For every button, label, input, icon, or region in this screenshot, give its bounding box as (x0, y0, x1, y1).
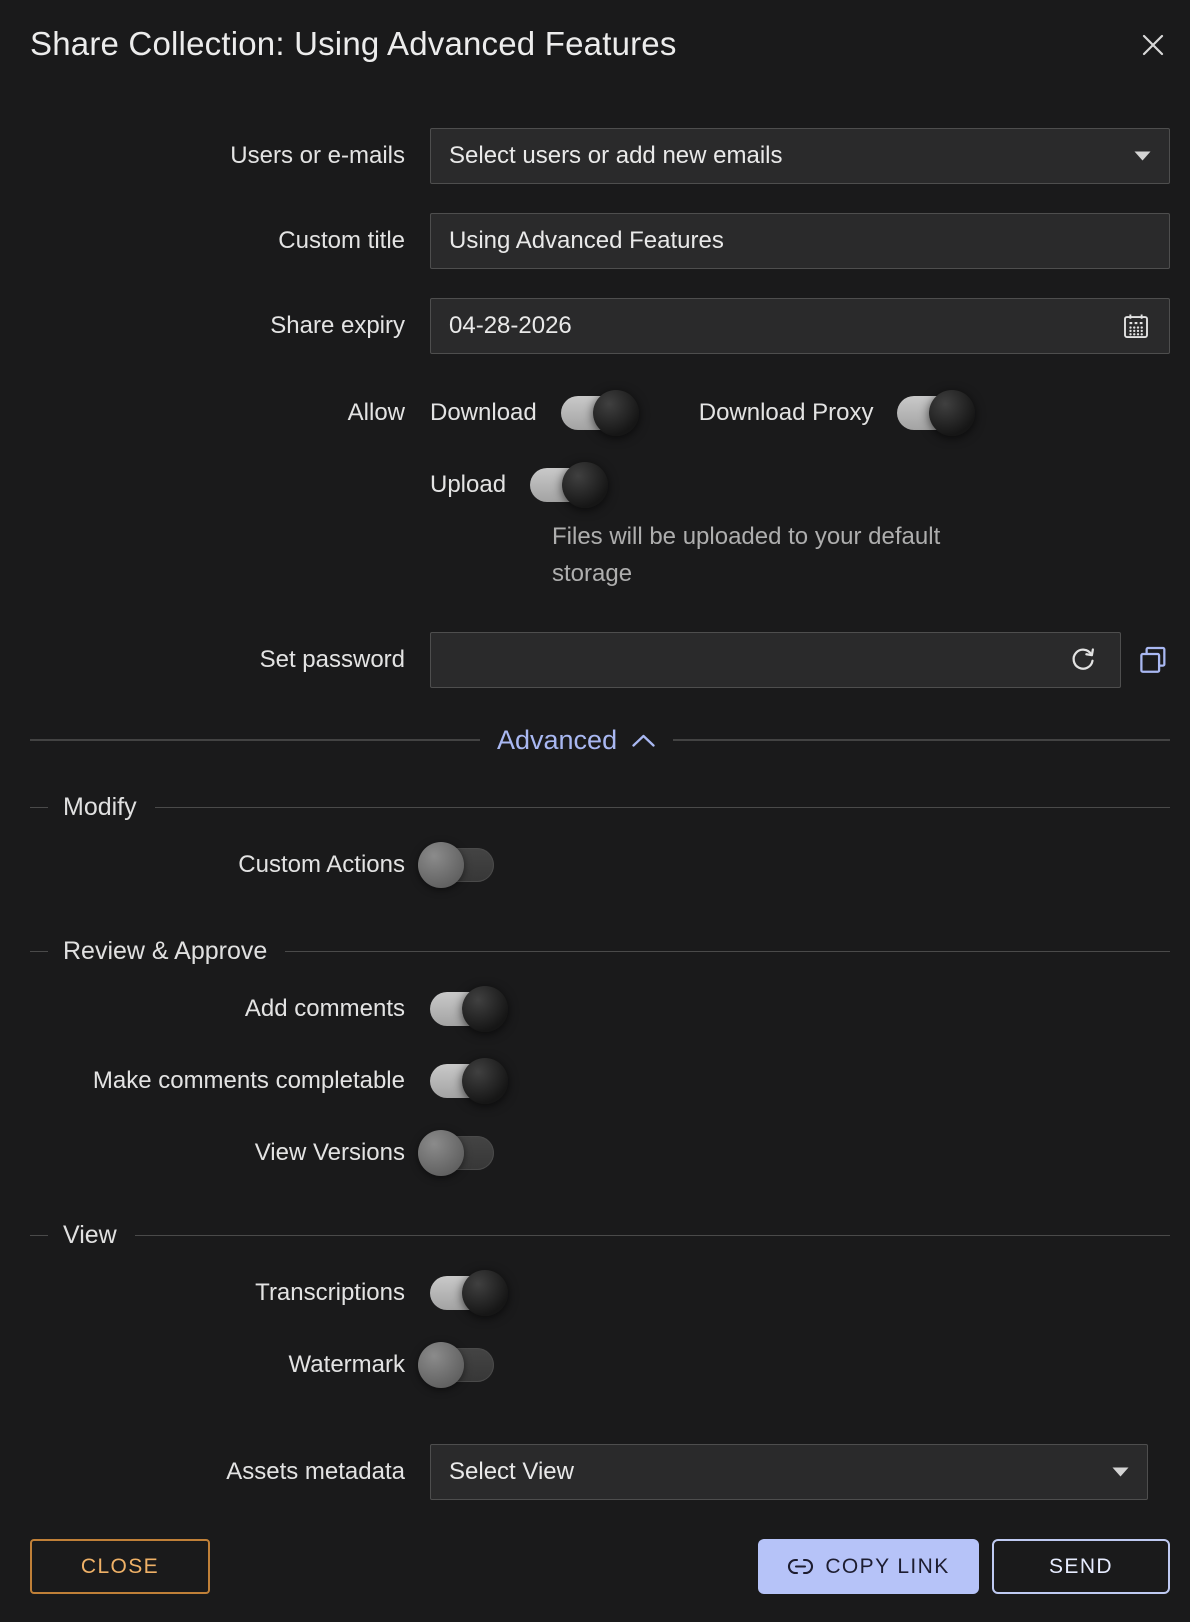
watermark-row: Watermark (30, 1342, 1170, 1388)
custom-title-row: Custom title (30, 213, 1170, 269)
copy-password-button[interactable] (1136, 643, 1170, 677)
password-fieldbox (430, 632, 1121, 688)
share-expiry-row: Share expiry (30, 298, 1170, 354)
users-select[interactable]: Select users or add new emails (430, 128, 1170, 184)
toggle-knob (562, 462, 608, 508)
custom-title-input[interactable] (449, 214, 1151, 268)
copy-link-label: COPY LINK (825, 1555, 949, 1579)
assets-metadata-select[interactable]: Select View (430, 1444, 1148, 1500)
add-comments-row: Add comments (30, 986, 1170, 1032)
divider-line (135, 1235, 1170, 1236)
link-icon (787, 1558, 814, 1575)
allow-label: Allow (30, 390, 405, 436)
toggle-knob (462, 1270, 508, 1316)
download-proxy-label: Download Proxy (699, 399, 874, 427)
assets-metadata-row: Assets metadata Select View (30, 1444, 1170, 1500)
add-comments-toggle[interactable] (430, 992, 494, 1026)
dialog-header: Share Collection: Using Advanced Feature… (30, 22, 1170, 71)
section-review-header: Review & Approve (30, 934, 1170, 968)
view-versions-toggle[interactable] (430, 1136, 494, 1170)
download-label: Download (430, 399, 537, 427)
custom-actions-label: Custom Actions (30, 851, 405, 879)
transcriptions-label: Transcriptions (30, 1279, 405, 1307)
share-expiry-fieldbox (430, 298, 1170, 354)
divider-line (30, 739, 480, 741)
close-button[interactable]: CLOSE (30, 1539, 210, 1594)
section-view-title: View (63, 1221, 117, 1250)
divider-line (155, 807, 1170, 808)
toggle-knob (418, 842, 464, 888)
caret-down-icon (1112, 1467, 1129, 1477)
password-field-group (430, 632, 1170, 688)
calendar-icon[interactable] (1121, 311, 1151, 341)
divider-dash (30, 951, 48, 952)
advanced-toggle-link[interactable]: Advanced (497, 725, 656, 756)
allow-row: Allow Download Download Proxy Upload Fil… (30, 390, 1170, 592)
custom-actions-toggle[interactable] (430, 848, 494, 882)
section-review-title: Review & Approve (63, 937, 267, 966)
assets-metadata-label: Assets metadata (30, 1458, 405, 1486)
toggle-knob (462, 986, 508, 1032)
assets-metadata-value: Select View (449, 1458, 1100, 1486)
users-row: Users or e-mails Select users or add new… (30, 128, 1170, 184)
allow-line-2: Upload (430, 462, 1170, 508)
share-expiry-input[interactable] (449, 299, 1109, 353)
custom-title-label: Custom title (30, 227, 405, 255)
allow-line-1: Download Download Proxy (430, 390, 1170, 436)
advanced-divider: Advanced (30, 722, 1170, 758)
transcriptions-row: Transcriptions (30, 1270, 1170, 1316)
toggle-knob (418, 1342, 464, 1388)
custom-title-fieldbox (430, 213, 1170, 269)
copy-icon (1136, 643, 1170, 677)
dialog-title: Share Collection: Using Advanced Feature… (30, 22, 677, 66)
refresh-icon (1068, 645, 1098, 675)
advanced-label: Advanced (497, 725, 617, 756)
send-button[interactable]: SEND (992, 1539, 1170, 1594)
share-expiry-label: Share expiry (30, 312, 405, 340)
download-proxy-toggle[interactable] (897, 396, 961, 430)
set-password-row: Set password (30, 632, 1170, 688)
download-toggle[interactable] (561, 396, 625, 430)
add-comments-label: Add comments (30, 995, 405, 1023)
allow-toggles: Download Download Proxy Upload Files wil… (430, 390, 1170, 592)
close-icon[interactable] (1136, 22, 1170, 71)
users-label: Users or e-mails (30, 142, 405, 170)
share-collection-dialog: Share Collection: Using Advanced Feature… (0, 0, 1190, 1622)
toggle-knob (462, 1058, 508, 1104)
custom-actions-row: Custom Actions (30, 842, 1170, 888)
section-modify-title: Modify (63, 793, 137, 822)
copy-link-button[interactable]: COPY LINK (758, 1539, 979, 1594)
divider-dash (30, 807, 48, 808)
upload-note: Files will be uploaded to your default s… (552, 518, 1012, 592)
upload-label: Upload (430, 471, 506, 499)
transcriptions-toggle[interactable] (430, 1276, 494, 1310)
dialog-footer: CLOSE COPY LINK SEND (30, 1539, 1170, 1594)
section-view-header: View (30, 1218, 1170, 1252)
view-versions-row: View Versions (30, 1130, 1170, 1176)
watermark-label: Watermark (30, 1351, 405, 1379)
make-comments-completable-row: Make comments completable (30, 1058, 1170, 1104)
toggle-knob (929, 390, 975, 436)
caret-down-icon (1134, 151, 1151, 161)
watermark-toggle[interactable] (430, 1348, 494, 1382)
password-input[interactable] (449, 633, 1068, 687)
section-modify-header: Modify (30, 790, 1170, 824)
toggle-knob (418, 1130, 464, 1176)
divider-dash (30, 1235, 48, 1236)
divider-line (285, 951, 1170, 952)
divider-line (673, 739, 1170, 741)
users-select-value: Select users or add new emails (449, 142, 1122, 170)
set-password-label: Set password (30, 646, 405, 674)
chevron-up-icon (631, 733, 656, 748)
toggle-knob (593, 390, 639, 436)
x-icon (1138, 30, 1168, 60)
generate-password-button[interactable] (1068, 645, 1098, 675)
upload-toggle[interactable] (530, 468, 594, 502)
view-versions-label: View Versions (30, 1139, 405, 1167)
make-comments-completable-label: Make comments completable (30, 1067, 405, 1095)
make-comments-completable-toggle[interactable] (430, 1064, 494, 1098)
